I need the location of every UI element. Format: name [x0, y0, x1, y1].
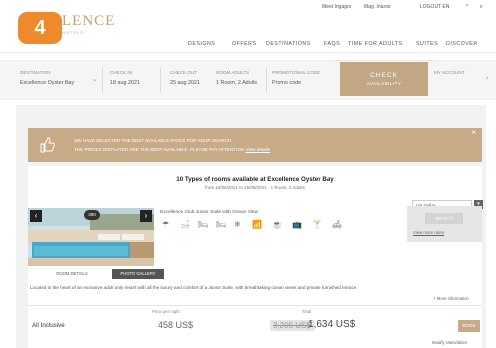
photo-next-icon[interactable]: › [140, 210, 152, 222]
check-availability-title: CHECK [370, 72, 398, 79]
rooms-guests-field[interactable]: ROOM ADULTS 1 Room, 2 Adults [216, 70, 257, 86]
room-select-box: SELECT View more rates [407, 206, 482, 242]
divider [160, 67, 161, 93]
banner-details-link[interactable]: View details [246, 147, 270, 152]
topbar-link-1[interactable]: Meet Ingagro [322, 4, 351, 10]
my-account-label: MY ACCOUNT [434, 70, 465, 75]
next-chevron-icon[interactable]: › [486, 75, 488, 82]
check-out-label: CHECK OUT [170, 70, 198, 75]
view-360-badge[interactable]: 360 [84, 210, 100, 220]
rate-name: All Inclusive [32, 322, 65, 329]
price-per-night-header: Price per night [152, 309, 180, 314]
nav-item-destinations[interactable]: DESTINATIONS [266, 41, 311, 47]
room-photo[interactable]: ‹ › 360 [28, 208, 154, 266]
room-description: Located in the heart of an exclusive adu… [30, 285, 358, 290]
check-in-field[interactable]: CHECK IN 18 aug 2021 [110, 70, 140, 86]
topbar-chevron-down-icon[interactable]: v [480, 4, 483, 10]
destination-value: Excellence Oyster Bay [20, 80, 75, 86]
terrace-icon: ☂ [162, 220, 170, 229]
topbar-link-2[interactable]: Mag. Inaros [364, 4, 390, 10]
price-per-night: 458 US$ [158, 320, 194, 330]
destination-chevron-icon[interactable]: ⌄ [92, 75, 98, 83]
thumbs-up-icon [40, 137, 55, 153]
bathtub-icon: 🛁 [180, 220, 190, 229]
nav-item-faqs[interactable]: FAQS [324, 41, 340, 47]
wifi-icon: 📶 [252, 220, 262, 229]
double-bed-icon: 🛏 [216, 220, 227, 229]
nav-item-designs[interactable]: DESIGNS [188, 41, 215, 47]
check-availability-sub: AVAILABILITY [366, 81, 402, 86]
step-badge: 4 [18, 12, 62, 44]
minibar-icon: 🍸 [312, 220, 322, 229]
check-in-label: CHECK IN [110, 70, 132, 75]
destination-field[interactable]: DESTINATION Excellence Oyster Bay [20, 70, 74, 86]
rooms-available-title: 10 Types of rooms available at Excellenc… [176, 176, 334, 183]
room-title[interactable]: Excellence Club Junior Suite with Ocean … [160, 210, 258, 215]
check-out-field[interactable]: CHECK OUT 25 aug 2021 [170, 70, 200, 86]
banner-line-1: WE HAVE SELECTED THE BEST AVAILABLE RATE… [74, 138, 232, 143]
room-details-button[interactable]: ROOM DETAILS [40, 269, 104, 279]
select-room-button[interactable]: SELECT [425, 213, 463, 224]
promo-code-field[interactable]: PROMOTIONAL CODE Promo code [272, 70, 320, 86]
view-more-rates-link[interactable]: View more rates [413, 230, 444, 235]
main-nav: DESIGNS OFFERS DESTINATIONS FAQS TIME FO… [180, 41, 490, 49]
banner-line-2: THE PRICES DISPLAYED ARE THE BEST AVAILA… [74, 147, 270, 152]
book-button[interactable]: BOOK [458, 320, 480, 332]
total-header: Total [302, 309, 312, 314]
coffee-icon: ☕ [272, 220, 282, 229]
brand-logo[interactable]: LENCE [62, 13, 115, 30]
nav-item-discover[interactable]: DISCOVER [446, 41, 478, 47]
divider [102, 67, 103, 93]
bed-icon: 🛏 [198, 220, 209, 229]
modify-rates-link[interactable]: Modify rates/dates [432, 340, 467, 345]
top-utility-bar: Meet Ingagro Mag. Inaros LOGOUT EN ^ v [0, 0, 496, 14]
check-in-value: 18 aug 2021 [110, 80, 140, 86]
close-icon[interactable]: × [471, 128, 476, 137]
photo-gallery-button[interactable]: PHOTO GALLERY [112, 269, 164, 279]
rooms-guests-label: ROOM ADULTS [216, 70, 250, 75]
rooms-available-subtitle: from 18/08/2021 to 25/08/2021 - 1 Room, … [205, 185, 305, 190]
rate-divider [28, 305, 482, 306]
more-information-link[interactable]: + More information [433, 296, 469, 301]
nav-item-offers[interactable]: OFFERS [232, 41, 256, 47]
photo-prev-icon[interactable]: ‹ [30, 210, 42, 222]
brand-logo-sub: HOTELS [62, 30, 85, 35]
promo-code-label: PROMOTIONAL CODE [272, 70, 321, 75]
topbar-link-3[interactable]: LOGOUT EN [420, 4, 449, 10]
air-conditioning-icon: ❄ [234, 220, 241, 229]
check-availability-button[interactable]: CHECK AVAILABILITY [340, 62, 428, 96]
promo-code-value: Promo code [272, 80, 302, 86]
banner-line-2-text: THE PRICES DISPLAYED ARE THE BEST AVAILA… [74, 147, 245, 152]
price-total: 1,634 US$ [308, 319, 356, 330]
rooms-guests-value: 1 Room, 2 Adults [216, 80, 258, 86]
nav-item-adults[interactable]: TIME FOR ADULTS [348, 41, 403, 47]
check-out-value: 25 aug 2021 [170, 80, 200, 86]
topbar-chevron-up-icon[interactable]: ^ [466, 4, 468, 10]
nav-item-suites[interactable]: SUITES [416, 41, 438, 47]
header-divider [0, 52, 496, 53]
tv-icon: 📺 [292, 220, 302, 229]
my-account-field[interactable]: MY ACCOUNT [434, 70, 465, 80]
divider [266, 67, 267, 93]
sofa-icon: 🛋 [332, 220, 343, 229]
info-banner: WE HAVE SELECTED THE BEST AVAILABLE RATE… [28, 128, 482, 162]
destination-label: DESTINATION [20, 70, 51, 75]
